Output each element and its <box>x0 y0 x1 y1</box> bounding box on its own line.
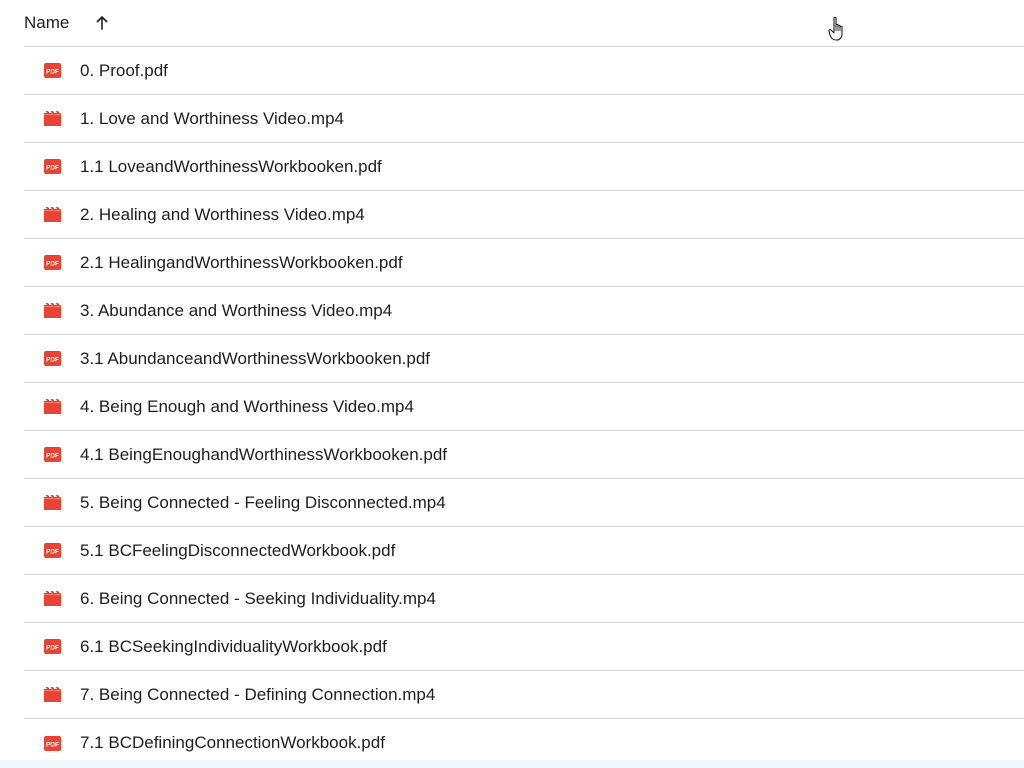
video-file-icon <box>44 207 61 222</box>
file-row[interactable]: PDF 3.1 AbundanceandWorthinessWorkbooken.… <box>24 335 1024 383</box>
file-row[interactable]: 4. Being Enough and Worthiness Video.mp4 <box>24 383 1024 431</box>
pdf-file-icon: PDF <box>44 255 61 270</box>
file-row[interactable]: 7. Being Connected - Defining Connection… <box>24 671 1024 719</box>
pdf-file-icon: PDF <box>44 735 61 751</box>
video-file-icon <box>44 495 61 510</box>
svg-text:PDF: PDF <box>46 645 59 652</box>
file-name: 5.1 BCFeelingDisconnectedWorkbook.pdf <box>80 540 396 560</box>
video-file-icon <box>44 399 61 414</box>
file-name: 1. Love and Worthiness Video.mp4 <box>80 108 344 128</box>
file-row[interactable]: 6. Being Connected - Seeking Individuali… <box>24 575 1024 623</box>
video-file-icon <box>44 303 61 318</box>
video-file-icon <box>44 111 61 126</box>
file-row[interactable]: PDF 1.1 LoveandWorthinessWorkbooken.pdf <box>24 143 1024 191</box>
video-file-icon <box>44 687 61 702</box>
bottom-edge <box>0 760 1024 768</box>
svg-text:PDF: PDF <box>46 741 59 748</box>
file-row[interactable]: 5. Being Connected - Feeling Disconnecte… <box>24 479 1024 527</box>
file-list: Name PDF 0. Proof.pdf 1. Love and Worthine… <box>24 0 1024 768</box>
svg-text:PDF: PDF <box>46 549 59 556</box>
file-name: 7. Being Connected - Defining Connection… <box>80 684 436 704</box>
file-row[interactable]: PDF 0. Proof.pdf <box>24 47 1024 95</box>
pdf-file-icon: PDF <box>44 351 61 366</box>
pdf-file-icon: PDF <box>44 639 61 654</box>
file-name: 6. Being Connected - Seeking Individuali… <box>80 588 436 608</box>
pdf-file-icon: PDF <box>44 159 61 174</box>
arrow-up-icon[interactable] <box>95 15 109 31</box>
column-header: Name <box>24 0 1024 47</box>
file-name: 0. Proof.pdf <box>80 60 168 80</box>
svg-text:PDF: PDF <box>46 453 59 460</box>
file-row[interactable]: PDF 5.1 BCFeelingDisconnectedWorkbook.pdf <box>24 527 1024 575</box>
pdf-file-icon: PDF <box>44 63 61 78</box>
file-row[interactable]: PDF 2.1 HealingandWorthinessWorkbooken.pd… <box>24 239 1024 287</box>
file-name: 3. Abundance and Worthiness Video.mp4 <box>80 300 393 320</box>
svg-text:PDF: PDF <box>46 261 59 268</box>
svg-text:PDF: PDF <box>46 165 59 172</box>
file-name: 2. Healing and Worthiness Video.mp4 <box>80 204 365 224</box>
file-name: 4. Being Enough and Worthiness Video.mp4 <box>80 396 414 416</box>
file-name: 2.1 HealingandWorthinessWorkbooken.pdf <box>80 252 403 272</box>
file-name: 3.1 AbundanceandWorthinessWorkbooken.pdf <box>80 348 431 368</box>
hand-cursor-icon <box>828 16 843 41</box>
file-name: 6.1 BCSeekingIndividualityWorkbook.pdf <box>80 636 387 656</box>
file-row[interactable]: PDF 6.1 BCSeekingIndividualityWorkbook.pd… <box>24 623 1024 671</box>
file-name: 7.1 BCDefiningConnectionWorkbook.pdf <box>80 733 385 752</box>
file-name: 4.1 BeingEnoughandWorthinessWorkbooken.p… <box>80 444 448 464</box>
svg-text:PDF: PDF <box>46 69 59 76</box>
file-row[interactable]: 2. Healing and Worthiness Video.mp4 <box>24 191 1024 239</box>
file-row[interactable]: 3. Abundance and Worthiness Video.mp4 <box>24 287 1024 335</box>
file-name: 1.1 LoveandWorthinessWorkbooken.pdf <box>80 156 382 176</box>
video-file-icon <box>44 591 61 606</box>
pdf-file-icon: PDF <box>44 543 61 558</box>
file-row[interactable]: 1. Love and Worthiness Video.mp4 <box>24 95 1024 143</box>
name-column-header[interactable]: Name <box>24 13 69 33</box>
pdf-file-icon: PDF <box>44 447 61 462</box>
file-row[interactable]: PDF 4.1 BeingEnoughandWorthinessWorkbooke… <box>24 431 1024 479</box>
file-name: 5. Being Connected - Feeling Disconnecte… <box>80 492 446 512</box>
file-rows: PDF 0. Proof.pdf 1. Love and Worthiness Vi… <box>24 47 1024 767</box>
svg-text:PDF: PDF <box>46 357 59 364</box>
